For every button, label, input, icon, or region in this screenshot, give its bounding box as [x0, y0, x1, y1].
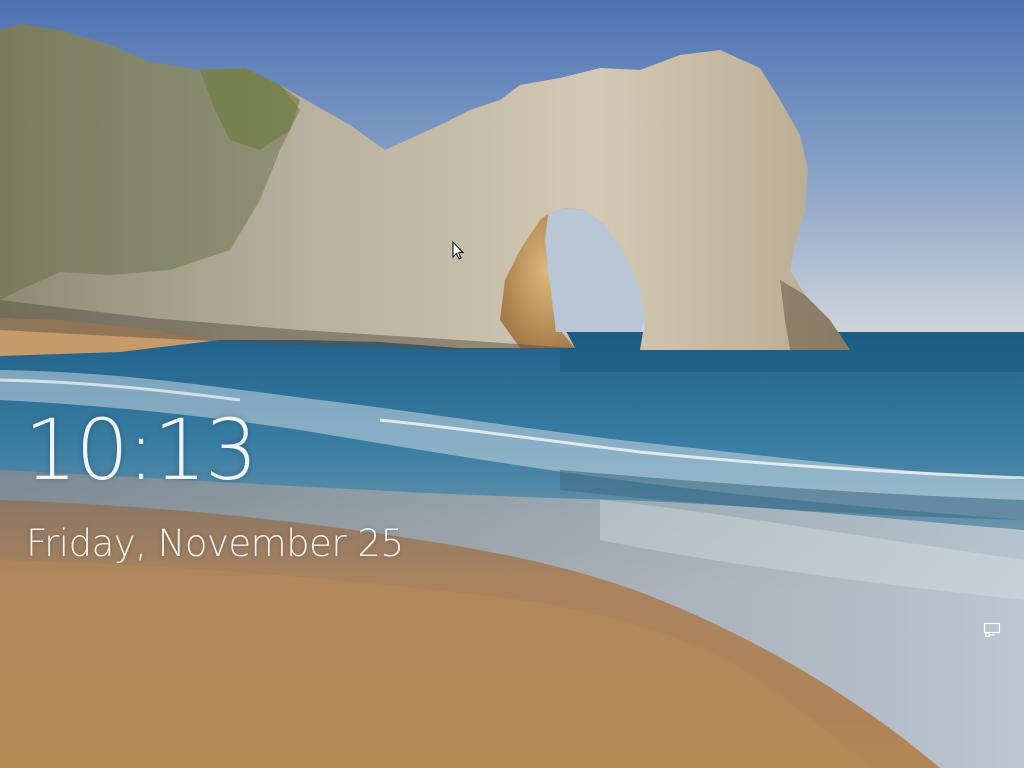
lock-screen-time: 10:13 — [24, 401, 258, 499]
wallpaper-durdle-door-image — [0, 0, 1024, 768]
lock-screen-date: Friday, November 25 — [26, 522, 404, 565]
lock-screen[interactable]: 10:13 Friday, November 25 — [0, 0, 1024, 768]
network-ethernet-icon[interactable] — [983, 622, 1001, 638]
